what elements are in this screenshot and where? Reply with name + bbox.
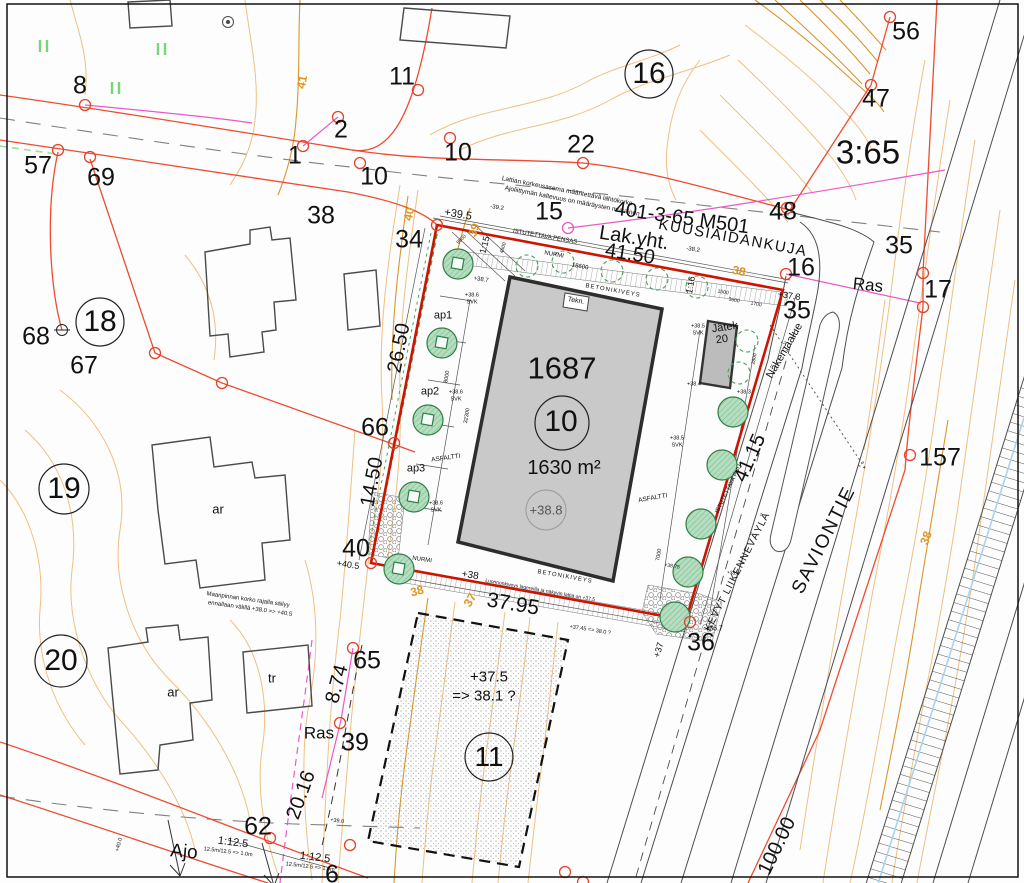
contour-label-38-bottom: 38 — [409, 583, 425, 598]
spot-svk-c: SVK — [430, 508, 441, 514]
point-label-157: 157 — [919, 446, 961, 471]
parking-ap2: ap2 — [421, 387, 439, 398]
point-label-2: 2 — [334, 118, 348, 143]
plot-area: 1630 m² — [527, 458, 600, 478]
point-label-56: 56 — [892, 20, 920, 45]
plan-height-2: => 38.1 ? — [452, 689, 515, 704]
site-plan: 8 11 2 1 10 10 22 57 69 38 34 15 48 56 4… — [0, 0, 1024, 883]
point-label-62: 62 — [244, 815, 272, 840]
point-label-36: 36 — [687, 631, 715, 656]
parcel-circle-16: 16 — [632, 59, 665, 89]
point-label-57: 57 — [24, 154, 52, 179]
point-label-47: 47 — [862, 87, 890, 112]
parcel-circle-19: 19 — [47, 474, 80, 504]
point-label-69: 69 — [87, 166, 115, 191]
spot-38-5-b: +38.5 — [670, 436, 684, 442]
point-label-68: 68 — [22, 325, 50, 350]
spot-svk-e: SVK — [671, 443, 682, 449]
point-label-40: 40 — [342, 537, 370, 562]
point-label-67: 67 — [70, 354, 98, 379]
ras-label-right: Ras — [852, 275, 884, 295]
plot11-area — [368, 613, 568, 867]
embankment-hatch — [860, 0, 1024, 883]
building-label-tr: tr — [268, 672, 276, 685]
ajo-label: Ajo — [169, 841, 198, 862]
plan-height-1: +37.5 — [470, 670, 508, 685]
point-label-39: 39 — [341, 731, 369, 756]
floor-height: +38.8 — [530, 504, 563, 517]
point-label-34: 34 — [395, 228, 423, 253]
point-label-10b: 10 — [444, 141, 472, 166]
point-label-1: 1 — [288, 144, 302, 169]
building-label-ar-20: ar — [167, 686, 179, 699]
spot-38-4: +38.4 — [687, 382, 701, 388]
waste-shelter-number: 20 — [715, 334, 729, 347]
point-label-10a: 10 — [360, 165, 388, 190]
spot-38-6-a: +38.6 — [465, 293, 479, 299]
point-label-17: 17 — [924, 278, 952, 303]
parcel-circle-11: 11 — [474, 743, 503, 771]
stream-line — [872, 0, 1024, 883]
point-label-66: 66 — [361, 416, 389, 441]
spot-38-6-c: +38.6 — [429, 501, 443, 507]
point-label-22: 22 — [567, 133, 595, 158]
spot-38-5-a: +38.5 — [691, 324, 705, 330]
spot-svk-d: SVK — [692, 331, 703, 337]
site-plan-canvas — [0, 0, 1024, 883]
parking-ap1: ap1 — [434, 311, 452, 322]
building-label-ar-19: ar — [212, 503, 224, 516]
parking-ap3: ap3 — [407, 464, 425, 475]
spot-38-3: +38.3 — [737, 390, 751, 396]
point-label-15: 15 — [535, 200, 563, 225]
point-label-65: 65 — [353, 649, 381, 674]
parcel-circle-20: 20 — [44, 646, 77, 676]
contour-label-40: 40 — [402, 206, 417, 222]
point-label-11: 11 — [389, 65, 415, 90]
point-label-48: 48 — [769, 200, 797, 225]
plot-number: 1687 — [528, 353, 597, 384]
ras-label-left: Ras — [304, 725, 334, 742]
point-label-35a: 35 — [885, 234, 913, 259]
spot-svk-b: SVK — [450, 397, 461, 403]
contour-label-41: 41 — [295, 74, 309, 89]
contour-label-38-top: 38 — [731, 264, 747, 279]
spot-svk-a: SVK — [466, 300, 477, 306]
point-label-35b: 35 — [783, 299, 811, 324]
spot-38-6-b: +38.6 — [449, 390, 463, 396]
parcel-label-3-65: 3:65 — [836, 136, 900, 169]
parcel-circle-18: 18 — [83, 307, 116, 337]
point-label-38: 38 — [307, 204, 335, 229]
benchmark-symbol — [54, 325, 70, 336]
building-number: 10 — [544, 407, 577, 437]
point-label-8: 8 — [73, 74, 87, 99]
spot-36-7: +36.7 — [705, 626, 723, 633]
